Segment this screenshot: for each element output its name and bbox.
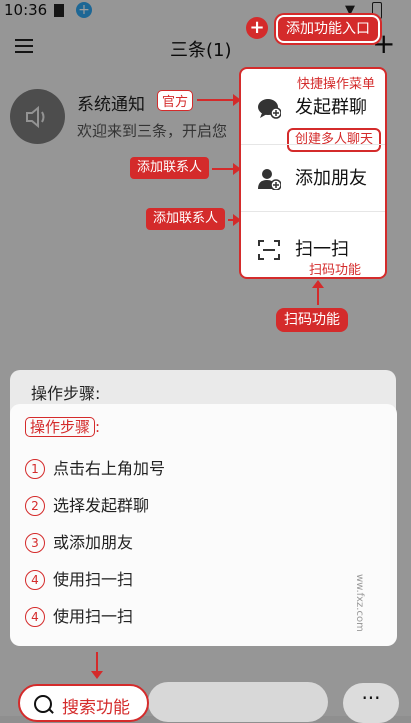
add-entry-icon: +: [246, 17, 268, 39]
annotation-arrow: [212, 163, 241, 175]
watermark: ww.fxz.com: [354, 574, 365, 632]
add-friend-icon: [257, 168, 282, 191]
annotation-arrow: [312, 280, 324, 305]
step-text: 点击右上角加号: [53, 459, 166, 478]
step-text: 选择发起群聊: [53, 496, 150, 515]
menu-divider: [241, 211, 385, 212]
step-text: 使用扫一扫: [53, 607, 134, 626]
scan-icon: [257, 239, 281, 261]
menu-divider: [241, 144, 385, 145]
step-number: 3: [25, 533, 45, 553]
step-text: 使用扫一扫: [53, 570, 134, 589]
annotation-arrow: [91, 652, 103, 679]
quick-action-menu: 快捷操作菜单 发起群聊 创建多人聊天 添加朋友 扫一扫 扫码功能: [239, 67, 387, 279]
steps-back-label: 操作步骤:: [31, 384, 101, 403]
bottom-bar-pill: [148, 682, 328, 722]
step-number: 4: [25, 570, 45, 590]
annotation-menu-caption: 快捷操作菜单: [297, 77, 376, 92]
menu-item-group-chat[interactable]: 发起群聊: [257, 93, 367, 119]
annotation-add-contact: 添加联系人: [130, 157, 210, 179]
step-item: 4 使用扫一扫: [25, 566, 133, 590]
menu-item-label: 添加朋友: [295, 168, 367, 189]
annotation-entry: 添加功能入口: [276, 15, 380, 43]
menu-item-scan[interactable]: 扫一扫: [257, 235, 349, 261]
step-item: 3 或添加朋友: [25, 529, 133, 553]
annotation-arrow: [228, 214, 241, 226]
annotation-add-contact: 添加联系人: [146, 208, 226, 230]
annotation-arrow: [197, 94, 241, 106]
annotation-scan-outer: 扫码功能: [276, 308, 348, 332]
official-badge: 官方: [157, 90, 194, 111]
annotation-scan-inner: 扫码功能: [309, 263, 362, 278]
step-item: 4 使用扫一扫: [25, 603, 133, 627]
step-text: 或添加朋友: [53, 533, 134, 552]
steps-heading: 操作步骤:: [25, 416, 100, 437]
menu-item-add-friend[interactable]: 添加朋友: [257, 164, 367, 191]
step-number: 1: [25, 459, 45, 479]
steps-panel: 操作步骤: 1 点击右上角加号 2 选择发起群聊 3 或添加朋友 4 使用扫一扫 4 使用…: [10, 404, 397, 646]
search-button[interactable]: 搜索功能: [18, 684, 149, 722]
step-item: 2 选择发起群聊: [25, 492, 149, 516]
steps-heading-colon: :: [95, 418, 101, 436]
step-number: 2: [25, 496, 45, 516]
step-item: 1 点击右上角加号: [25, 455, 165, 479]
menu-item-label: 发起群聊: [295, 97, 367, 118]
steps-heading-text: 操作步骤: [25, 417, 96, 437]
annotation-group-chat: 创建多人聊天: [287, 128, 382, 152]
step-number: 4: [25, 607, 45, 627]
more-button[interactable]: ···: [343, 683, 399, 723]
menu-item-label: 扫一扫: [295, 239, 349, 260]
group-chat-icon: [257, 97, 282, 119]
search-icon: [34, 695, 52, 713]
annotation-search: 搜索功能: [62, 698, 130, 718]
